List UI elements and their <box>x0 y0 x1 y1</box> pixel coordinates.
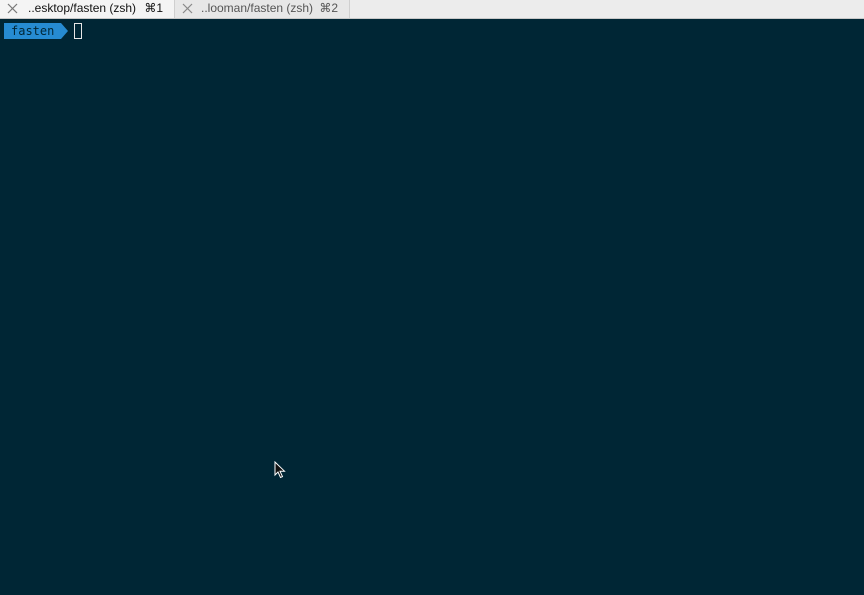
tab-bar: ..esktop/fasten (zsh) ⌘1 ..looman/fasten… <box>0 0 864 19</box>
terminal-area[interactable]: fasten <box>0 20 864 595</box>
text-cursor <box>74 23 82 39</box>
tab-shortcut: ⌘2 <box>319 1 338 15</box>
close-icon[interactable] <box>7 3 18 14</box>
prompt-arrow-icon <box>61 23 69 39</box>
mouse-pointer-icon <box>274 460 286 484</box>
tab-2[interactable]: ..looman/fasten (zsh) ⌘2 <box>175 0 350 18</box>
prompt-directory: fasten <box>4 23 62 39</box>
tab-shortcut: ⌘1 <box>144 1 163 15</box>
tab-title: ..esktop/fasten (zsh) <box>28 1 137 15</box>
shell-prompt: fasten <box>4 23 69 39</box>
tab-1[interactable]: ..esktop/fasten (zsh) ⌘1 <box>0 0 175 18</box>
close-icon[interactable] <box>182 3 193 14</box>
tab-title: ..looman/fasten (zsh) <box>201 1 314 15</box>
